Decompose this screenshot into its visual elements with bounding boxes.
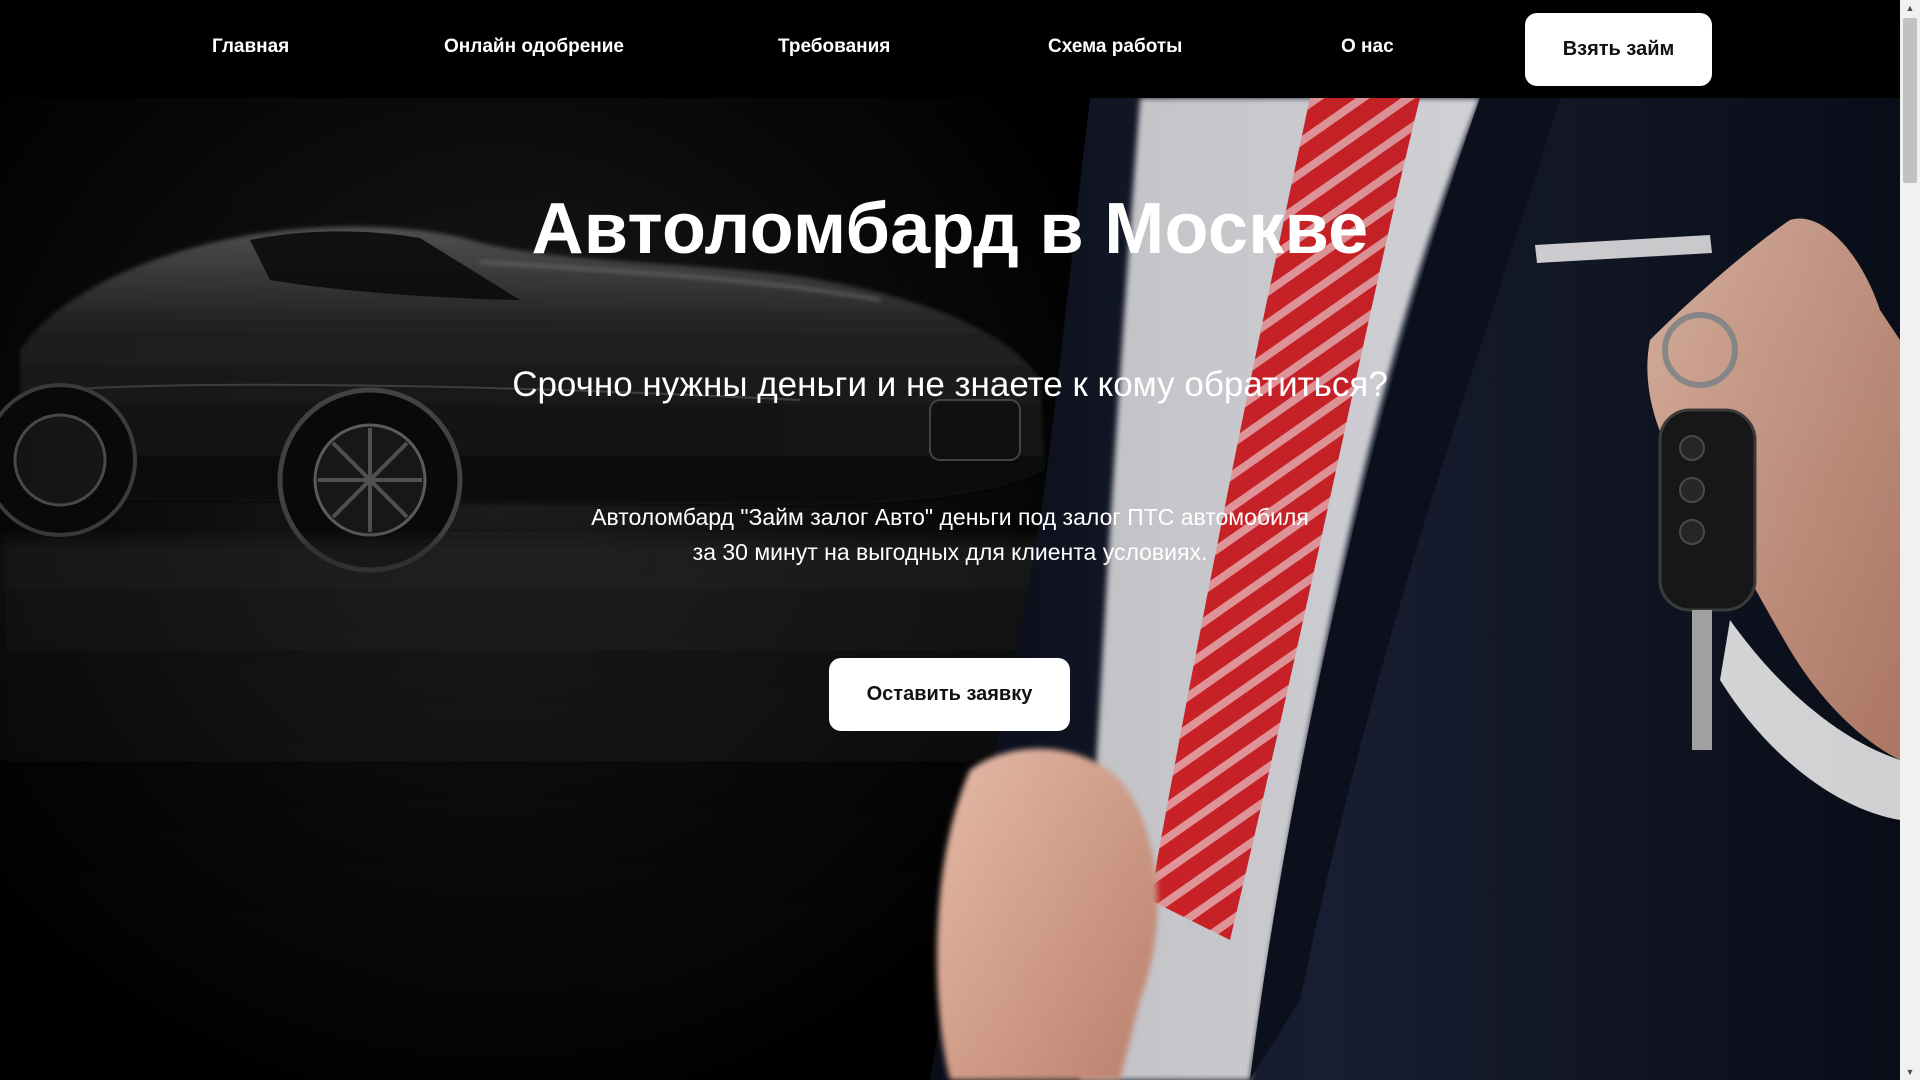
hero-description: Автоломбард "Займ залог Авто" деньги под… (550, 500, 1350, 570)
take-loan-button[interactable]: Взять займ (1525, 13, 1712, 86)
scrollbar-thumb[interactable] (1903, 18, 1917, 183)
nav-item-online-approval[interactable]: Онлайн одобрение (444, 36, 624, 58)
nav-item-requirements[interactable]: Требования (778, 36, 890, 58)
nav-item-home[interactable]: Главная (212, 36, 289, 58)
hero-section: Главная Онлайн одобрение Требования Схем… (0, 0, 1900, 1080)
submit-application-button[interactable]: Оставить заявку (829, 658, 1070, 731)
nav-item-about[interactable]: О нас (1341, 36, 1394, 58)
hero-subtitle: Срочно нужны деньги и не знаете к кому о… (512, 365, 1388, 404)
scroll-down-arrow-icon[interactable]: ▼ (1900, 1064, 1920, 1080)
main-nav: Главная Онлайн одобрение Требования Схем… (0, 0, 1900, 98)
hero-description-line: Автоломбард "Займ залог Авто" деньги под… (591, 504, 1309, 530)
page-title: Автоломбард в Москве (531, 189, 1369, 269)
page-scrollbar[interactable]: ▲ ▼ (1900, 0, 1920, 1080)
scroll-up-arrow-icon[interactable]: ▲ (1900, 0, 1920, 16)
hero-description-line: за 30 минут на выгодных для клиента усло… (692, 539, 1208, 565)
nav-item-work-scheme[interactable]: Схема работы (1048, 36, 1182, 58)
